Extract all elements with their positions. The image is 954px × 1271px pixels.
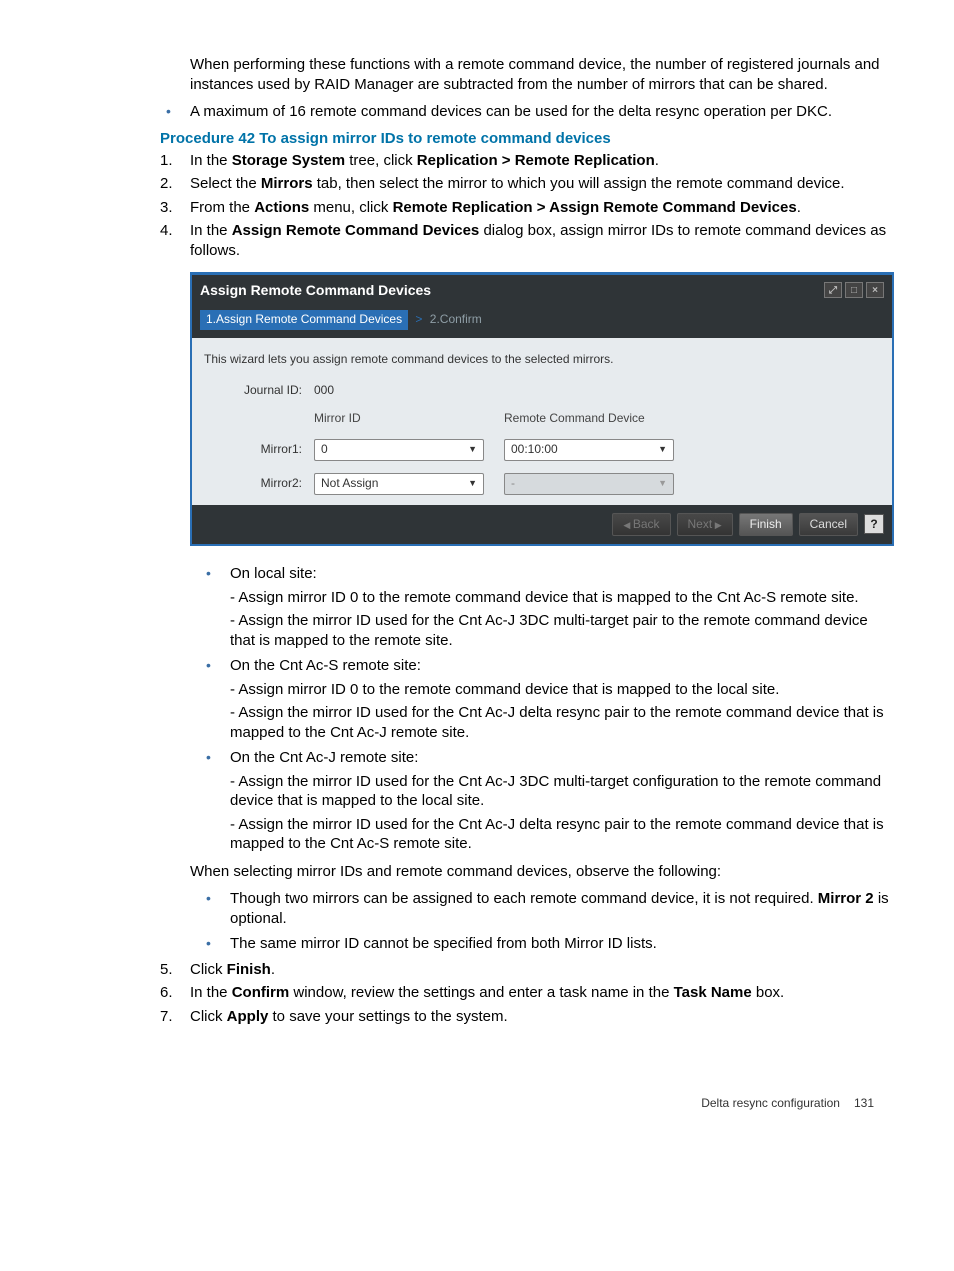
back-button: Back xyxy=(612,513,670,537)
titlebar-maximize-icon[interactable]: □ xyxy=(845,282,863,298)
titlebar-close-icon[interactable]: × xyxy=(866,282,884,298)
acs-site-item: On the Cnt Ac-S remote site: - Assign mi… xyxy=(190,656,894,742)
mirror1-id-dropdown[interactable]: 0▼ xyxy=(314,439,484,461)
journal-id-value: 000 xyxy=(314,383,504,399)
column-mirror-id: Mirror ID xyxy=(314,411,504,427)
column-remote-command-device: Remote Command Device xyxy=(504,411,694,427)
footer-section: Delta resync configuration xyxy=(701,1096,840,1110)
dialog-title: Assign Remote Command Devices xyxy=(200,281,431,299)
chevron-down-icon: ▼ xyxy=(658,444,667,456)
chevron-down-icon: ▼ xyxy=(658,478,667,490)
mirror2-label: Mirror2: xyxy=(204,476,314,492)
step-2: Select the Mirrors tab, then select the … xyxy=(160,174,894,194)
cancel-button[interactable]: Cancel xyxy=(799,513,858,537)
local-site-item: On local site: - Assign mirror ID 0 to t… xyxy=(190,564,894,650)
step-5: Click Finish. xyxy=(160,960,894,980)
observe-1: Though two mirrors can be assigned to ea… xyxy=(190,889,894,928)
breadcrumb-separator: > xyxy=(411,312,426,326)
dialog-description: This wizard lets you assign remote comma… xyxy=(204,352,880,368)
journal-id-label: Journal ID: xyxy=(204,383,314,399)
finish-button[interactable]: Finish xyxy=(739,513,793,537)
chevron-down-icon: ▼ xyxy=(468,444,477,456)
titlebar-restore-icon[interactable]: ⤢ xyxy=(824,282,842,298)
intro-paragraph: When performing these functions with a r… xyxy=(190,55,894,94)
footer-page-number: 131 xyxy=(854,1096,874,1110)
intro-bullet-1: A maximum of 16 remote command devices c… xyxy=(160,102,894,122)
step-6: In the Confirm window, review the settin… xyxy=(160,983,894,1003)
step-3: From the Actions menu, click Remote Repl… xyxy=(160,198,894,218)
chevron-down-icon: ▼ xyxy=(468,478,477,490)
acj-site-item: On the Cnt Ac-J remote site: - Assign th… xyxy=(190,748,894,854)
dialog-screenshot: Assign Remote Command Devices ⤢ □ × 1.As… xyxy=(190,272,894,546)
step-7: Click Apply to save your settings to the… xyxy=(160,1007,894,1027)
mirror1-label: Mirror1: xyxy=(204,442,314,458)
mirror2-id-dropdown[interactable]: Not Assign▼ xyxy=(314,473,484,495)
next-button: Next xyxy=(677,513,733,537)
wizard-breadcrumb: 1.Assign Remote Command Devices > 2.Conf… xyxy=(192,305,892,338)
breadcrumb-step-2: 2.Confirm xyxy=(430,312,482,326)
breadcrumb-step-1: 1.Assign Remote Command Devices xyxy=(200,310,408,330)
step-1: In the Storage System tree, click Replic… xyxy=(160,151,894,171)
observe-2: The same mirror ID cannot be specified f… xyxy=(190,934,894,954)
step-4: In the Assign Remote Command Devices dia… xyxy=(160,221,894,954)
mirror1-rcd-dropdown[interactable]: 00:10:00▼ xyxy=(504,439,674,461)
dialog-titlebar: Assign Remote Command Devices ⤢ □ × xyxy=(192,275,892,305)
mirror2-rcd-dropdown: -▼ xyxy=(504,473,674,495)
help-button[interactable]: ? xyxy=(864,514,884,534)
procedure-title: Procedure 42 To assign mirror IDs to rem… xyxy=(160,130,894,147)
select-note: When selecting mirror IDs and remote com… xyxy=(190,862,894,882)
